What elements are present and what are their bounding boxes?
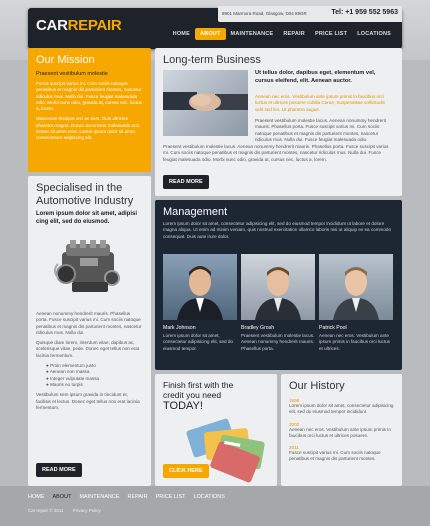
handshake-image bbox=[163, 70, 248, 136]
nav-about[interactable]: ABOUT bbox=[194, 28, 226, 40]
privacy-policy-link[interactable]: Privacy Policy bbox=[73, 508, 101, 513]
specialised-list: ● Proin elementum justo ● Aenean non mas… bbox=[46, 363, 143, 388]
manager-name: Mark Johnson bbox=[163, 325, 196, 331]
manager-bio: Aenean nec eros. Vestibulum ante ipsum p… bbox=[319, 333, 390, 351]
manager-photo bbox=[319, 254, 393, 320]
manager-card: Patrick Pool Aenean nec eros. Vestibulum… bbox=[319, 254, 393, 352]
footer-nav-price-list[interactable]: PRICE LIST bbox=[156, 494, 186, 500]
history-entry: 1996 Lorem ipsum dolor sit amet, consect… bbox=[289, 398, 394, 416]
history-entry: 2011 Fusce suscipit varius mi. Cum socii… bbox=[289, 445, 394, 463]
promo-title: Finish first with the credit you need bbox=[163, 380, 234, 400]
main-nav: HOME ABOUT MAINTENANCE REPAIR PRICE LIST… bbox=[168, 27, 396, 41]
manager-bio: Praesent vestibulum molestie lacus. Aene… bbox=[241, 333, 315, 351]
footer-nav-about[interactable]: ABOUT bbox=[53, 494, 72, 500]
person-icon bbox=[255, 267, 301, 320]
manager-photo bbox=[241, 254, 315, 320]
manager-card: Mark Johnson Lorem ipsum dolor sit amet,… bbox=[163, 254, 237, 352]
promo-today: TODAY! bbox=[163, 400, 203, 412]
longterm-read-more-button[interactable]: READ MORE bbox=[163, 175, 209, 189]
mission-panel: Our Mission Praesent vestibulum molestie… bbox=[28, 48, 151, 172]
history-panel: Our History 1996 Lorem ipsum dolor sit a… bbox=[281, 374, 402, 486]
click-here-button[interactable]: CLICK HERE bbox=[163, 464, 209, 478]
specialised-text-2: Quisque diam lorem, interdum vitae, dapi… bbox=[36, 340, 140, 358]
footer-nav-repair[interactable]: REPAIR bbox=[127, 494, 147, 500]
site-logo[interactable]: CARREPAIR bbox=[36, 17, 122, 34]
copyright: Car repair © 2011 bbox=[28, 508, 64, 513]
header-address: 8901 Marmora Road, Glasgow, D04 89GR bbox=[222, 11, 307, 16]
longterm-orange-text: Aenean nec eros. Vestibulum ante ipsum p… bbox=[255, 94, 386, 112]
longterm-panel: Long-term Business Ut tellus dolor, dapi… bbox=[155, 48, 402, 196]
footer-nav-locations[interactable]: LOCATIONS bbox=[194, 494, 225, 500]
engine-image bbox=[36, 230, 143, 308]
handshake-icon bbox=[163, 92, 248, 111]
nav-locations[interactable]: LOCATIONS bbox=[352, 28, 396, 40]
nav-repair[interactable]: REPAIR bbox=[278, 28, 310, 40]
longterm-text-2: Praesent vestibulum molestie lacus. Aene… bbox=[163, 144, 389, 162]
history-text: Fusce suscipit varius mi. Cum sociis nat… bbox=[289, 450, 381, 462]
history-text: Aenean nec eros. Vestibulum ante ipsum p… bbox=[289, 426, 391, 438]
specialised-lead: Lorem ipsum dolor sit amet, adipisi cing… bbox=[36, 211, 138, 225]
specialised-panel: Specialised in the Automotive Industry L… bbox=[28, 176, 151, 486]
person-icon bbox=[333, 267, 379, 320]
history-entry: 2002 Aenean nec eros. Vestibulum ante ip… bbox=[289, 422, 394, 440]
nav-home[interactable]: HOME bbox=[168, 28, 195, 40]
history-text: Lorem ipsum dolor sit amet, consectetur … bbox=[289, 403, 394, 415]
mission-title: Our Mission bbox=[36, 54, 95, 66]
engine-icon bbox=[53, 240, 120, 292]
footer-nav-home[interactable]: HOME bbox=[28, 494, 45, 500]
manager-bio: Lorem ipsum dolor sit amet, consectetur … bbox=[163, 333, 233, 351]
footer-nav-maintenance[interactable]: MAINTENANCE bbox=[79, 494, 119, 500]
longterm-lead: Ut tellus dolor, dapibus eget, elementum… bbox=[255, 70, 376, 84]
header-phone[interactable]: Tel: +1 959 552 5963 bbox=[331, 5, 398, 21]
footer-legal: Car repair © 2011 Privacy Policy bbox=[28, 508, 101, 513]
specialised-text-1: Aenean nonummy hendrerit mauris. Phasell… bbox=[36, 311, 142, 335]
mission-text-2: Maecenas tristique orci ac sem. Duis ult… bbox=[36, 116, 141, 141]
mission-text-1: Fusce suscipit varius mi. Cum sociis nat… bbox=[36, 81, 142, 112]
manager-name: Patrick Pool bbox=[319, 325, 347, 331]
header-contact-bar: 8901 Marmora Road, Glasgow, D04 89GR Tel… bbox=[218, 6, 402, 22]
specialised-read-more-button[interactable]: READ MORE bbox=[36, 463, 82, 477]
credit-promo-panel: Finish first with the credit you need TO… bbox=[155, 374, 277, 486]
site-header: CARREPAIR 8901 Marmora Road, Glasgow, D0… bbox=[28, 6, 402, 49]
management-title: Management bbox=[163, 206, 228, 218]
management-panel: Management Lorem ipsum dolor sit amet, c… bbox=[155, 200, 402, 370]
page-bottom-band bbox=[0, 486, 430, 526]
footer-nav: HOME ABOUT MAINTENANCE REPAIR PRICE LIST… bbox=[28, 494, 225, 500]
longterm-title: Long-term Business bbox=[163, 54, 261, 66]
manager-photo bbox=[163, 254, 237, 320]
longterm-text-1: Praesent vestibulum molestie lacus. Aene… bbox=[255, 118, 386, 142]
person-icon bbox=[177, 266, 223, 320]
nav-maintenance[interactable]: MAINTENANCE bbox=[226, 28, 279, 40]
manager-name: Bradley Grosh bbox=[241, 325, 275, 331]
mission-lead: Praesent vestibulum molestie bbox=[36, 71, 108, 77]
specialised-title: Specialised in the Automotive Industry bbox=[36, 182, 134, 207]
specialised-text-3: Vestibulum sem ipsum gravida in tincidun… bbox=[36, 392, 140, 410]
manager-card: Bradley Grosh Praesent vestibulum molest… bbox=[241, 254, 315, 352]
history-title: Our History bbox=[289, 380, 345, 392]
logo-part-1: CAR bbox=[36, 17, 68, 34]
management-text: Lorem ipsum dolor sit amet, consectetur … bbox=[163, 221, 392, 239]
logo-part-2: REPAIR bbox=[67, 17, 122, 34]
list-item: ● Mauris eu turpis bbox=[46, 381, 83, 387]
nav-price-list[interactable]: PRICE LIST bbox=[310, 28, 352, 40]
